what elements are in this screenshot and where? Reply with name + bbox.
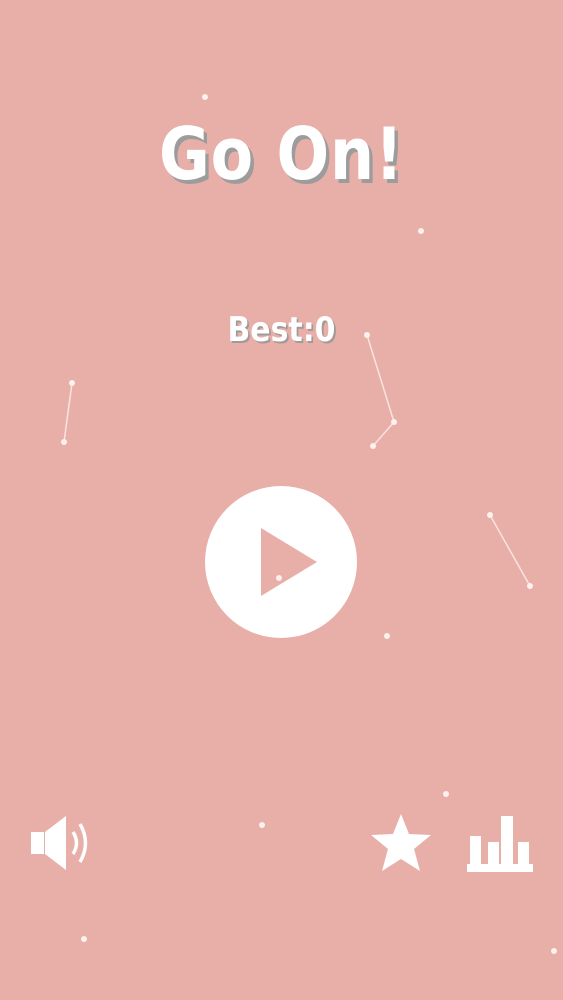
star-dot <box>69 380 75 386</box>
constellation-line <box>63 382 73 443</box>
star-dot <box>384 633 390 639</box>
star-dot <box>259 822 265 828</box>
star-dot <box>370 443 376 449</box>
star-dot <box>551 948 557 954</box>
constellation-line <box>372 421 395 447</box>
star-dot <box>61 439 67 445</box>
star-dot <box>418 228 424 234</box>
star-icon <box>371 814 431 871</box>
star-dot <box>527 583 533 589</box>
star-dot <box>202 94 208 100</box>
speaker-volume-icon <box>31 816 88 870</box>
sound-toggle-button[interactable] <box>28 812 94 874</box>
play-icon <box>261 528 317 596</box>
star-dot <box>391 419 397 425</box>
constellation-line <box>489 514 531 587</box>
game-title: Go On! <box>158 112 405 196</box>
rate-star-button[interactable] <box>368 812 434 874</box>
star-dot <box>487 512 493 518</box>
star-dot <box>81 936 87 942</box>
best-score-label: Best:0 <box>227 310 336 350</box>
leaderboard-button[interactable] <box>464 812 536 874</box>
play-button[interactable] <box>205 486 357 638</box>
bar-chart-icon <box>467 816 533 872</box>
star-dot <box>443 791 449 797</box>
